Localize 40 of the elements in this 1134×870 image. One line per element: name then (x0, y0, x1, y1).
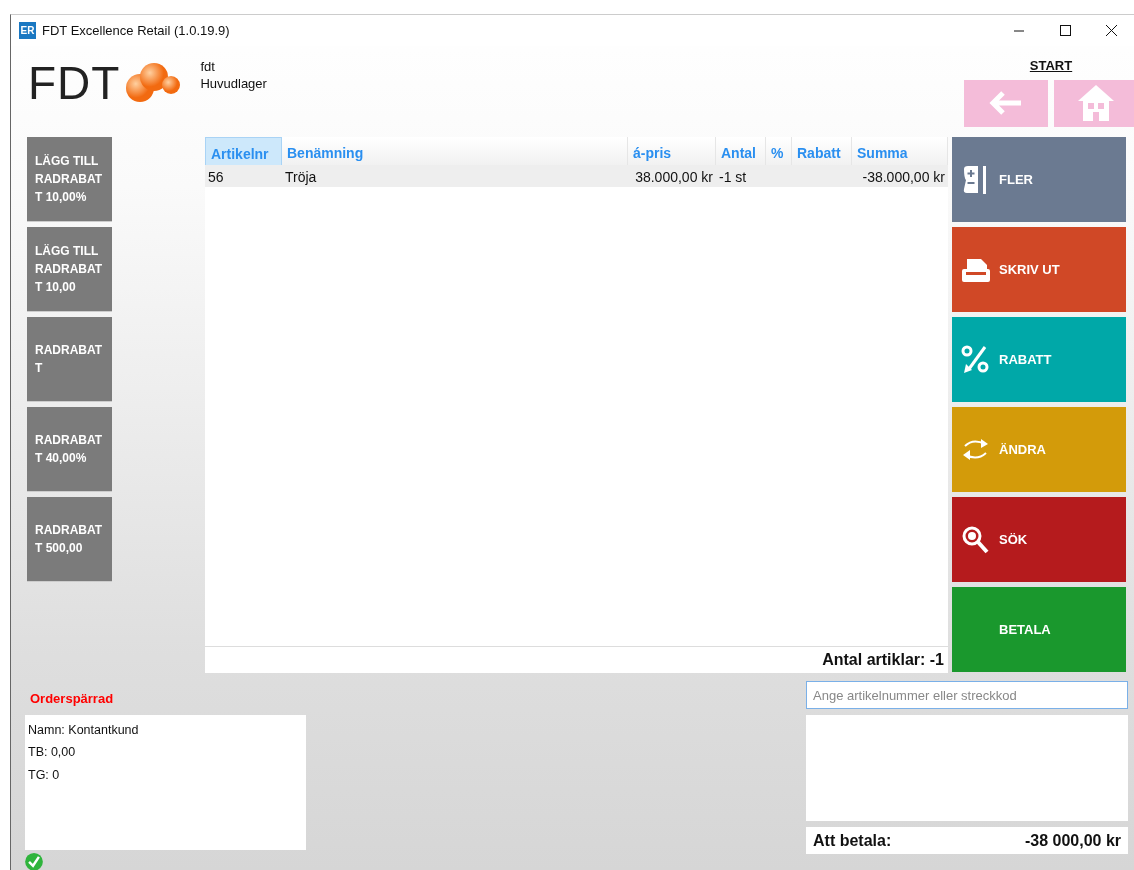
close-icon[interactable] (1105, 25, 1117, 36)
total-value: -38 000,00 kr (1024, 830, 1121, 851)
discount-button[interactable]: RADRABATT 500,00 (27, 497, 112, 582)
action-button[interactable]: SÖK (952, 497, 1126, 582)
table-cell-text: 56 (207, 168, 225, 187)
order-status: Orderspärrad (30, 690, 115, 708)
arrow-left-icon (989, 91, 1023, 115)
action-button[interactable]: SKRIV UT (952, 227, 1126, 312)
action-button[interactable]: FLER (952, 137, 1126, 222)
customer-info-line: TG: 0 (28, 766, 61, 784)
item-count: Antal artiklar: -1 (205, 646, 948, 673)
house-icon (1076, 83, 1116, 123)
discount-button[interactable]: LÄGG TILL RADRABATT 10,00 (27, 227, 112, 312)
total-label: Att betala: (813, 830, 892, 851)
column-header[interactable]: Artikelnr (205, 137, 282, 166)
table-cell-text: -1 st (718, 168, 748, 187)
table-cell-text: 38.000,00 kr (634, 168, 714, 187)
discount-button[interactable]: RADRABATT (27, 317, 112, 402)
window-title: FDT Excellence Retail (1.0.19.9) (42, 21, 230, 40)
bubbles-logo (124, 62, 183, 104)
logo-text: FDT (28, 60, 121, 106)
table-row[interactable]: 56 Tröja 38.000,00 kr -1 st -38.000,00 kr (205, 165, 948, 187)
magnifier-icon (961, 525, 990, 554)
maximize-icon[interactable] (1059, 25, 1071, 36)
company-name: fdt (200, 58, 216, 75)
warehouse-name: Huvudlager (200, 75, 267, 92)
customer-info-line: Namn: Kontantkund (28, 721, 140, 739)
action-button[interactable]: RABATT (952, 317, 1126, 402)
action-button[interactable]: BETALA (952, 587, 1126, 672)
discount-button[interactable]: LÄGG TILL RADRABATT 10,00% (27, 137, 112, 222)
action-button[interactable]: ÄNDRA (952, 407, 1126, 492)
app-icon: ER (19, 22, 36, 39)
customer-info-line: TB: 0,00 (28, 744, 77, 762)
article-input[interactable]: Ange artikelnummer eller streckkod (806, 681, 1128, 709)
table-cell-text: -38.000,00 kr (861, 168, 946, 187)
discount-button[interactable]: RADRABATT 40,00% (27, 407, 112, 492)
percent-icon (961, 345, 990, 374)
start-link[interactable]: START (1029, 56, 1073, 76)
check-icon (25, 853, 43, 870)
table-cell-text: Tröja (284, 168, 318, 187)
